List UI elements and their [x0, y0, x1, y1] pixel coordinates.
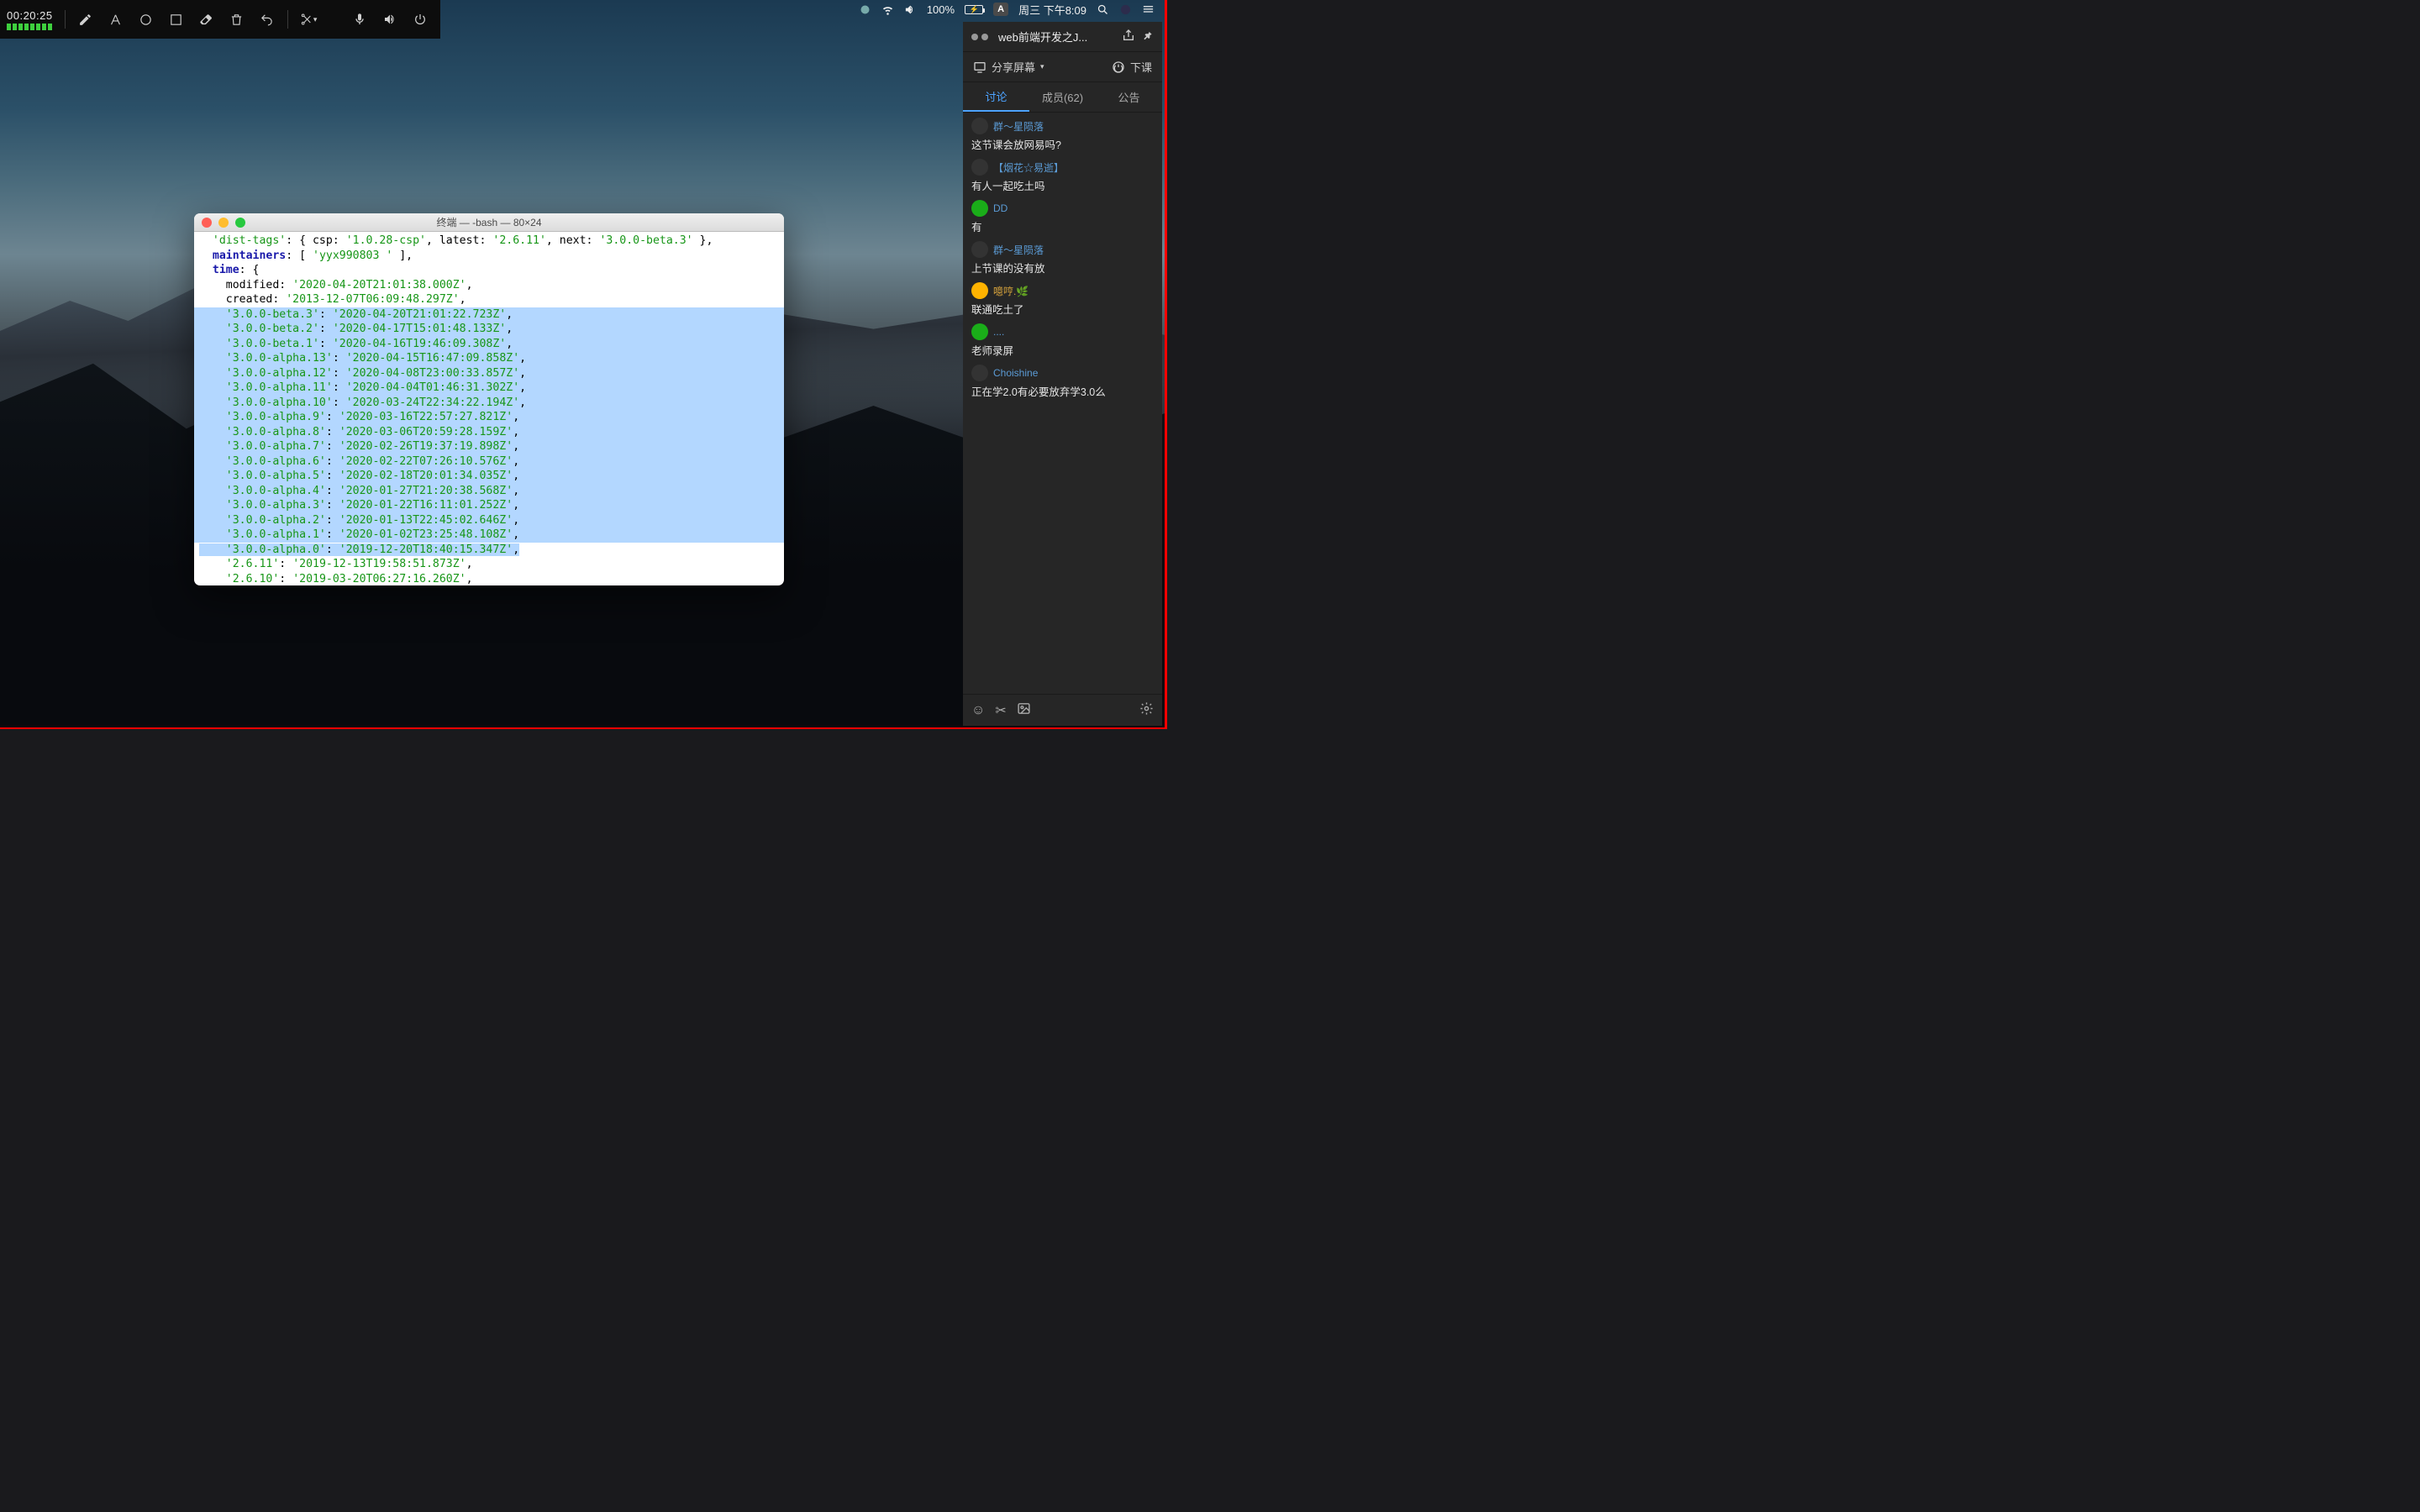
recording-toolbar: 00:20:25 ▾: [0, 0, 440, 39]
menubar-datetime[interactable]: 周三 下午8:09: [1018, 2, 1086, 18]
message-text: 有人一起吃土吗: [971, 177, 1154, 193]
pin-icon[interactable]: [1142, 29, 1154, 45]
trash-tool-icon[interactable]: [224, 6, 250, 33]
chat-message: Choishine 正在学2.0有必要放弃学3.0么: [971, 365, 1154, 399]
avatar: [971, 200, 988, 217]
message-username: DD: [993, 202, 1007, 214]
share-screen-label: 分享屏幕: [992, 59, 1035, 75]
terminal-window[interactable]: 终端 — -bash — 80×24 'dist-tags': { csp: '…: [194, 213, 784, 585]
tab-members[interactable]: 成员(62): [1029, 82, 1096, 112]
speaker-icon[interactable]: [376, 6, 403, 33]
share-icon[interactable]: [1122, 29, 1135, 45]
chat-message: DD 有: [971, 200, 1154, 234]
avatar: [971, 323, 988, 340]
volume-icon[interactable]: [904, 3, 917, 16]
message-username: Choishine: [993, 367, 1038, 379]
chat-input-bar: ☺ ✂: [963, 694, 1162, 726]
avatar: [971, 159, 988, 176]
message-username: 群～星陨落: [993, 119, 1044, 134]
chat-message: 群～星陨落 上节课的没有放: [971, 241, 1154, 276]
eraser-tool-icon[interactable]: [193, 6, 220, 33]
chat-message-list[interactable]: 群～星陨落 这节课会放网易吗? 【烟花☆易逝】 有人一起吃土吗 DD 有 群～星…: [963, 113, 1162, 694]
menubar-app-icon[interactable]: [859, 3, 871, 16]
emoji-icon[interactable]: ☺: [971, 703, 985, 718]
chat-title: web前端开发之J...: [998, 29, 1115, 45]
square-tool-icon[interactable]: [163, 6, 190, 33]
avatar: [971, 241, 988, 258]
avatar: [971, 118, 988, 134]
terminal-title: 终端 — -bash — 80×24: [194, 215, 784, 229]
mic-icon[interactable]: [346, 6, 373, 33]
chat-window-dots: [971, 29, 992, 45]
message-username: 噫哼.🌿: [993, 284, 1028, 298]
settings-gear-icon[interactable]: [1139, 701, 1154, 720]
notification-center-icon[interactable]: [1142, 3, 1155, 16]
message-username: 【烟花☆易逝】: [993, 160, 1064, 175]
image-icon[interactable]: [1017, 701, 1031, 720]
chat-tabs: 讨论 成员(62) 公告: [963, 82, 1162, 113]
pencil-tool-icon[interactable]: [72, 6, 99, 33]
scissors-clip-icon[interactable]: ✂: [995, 702, 1006, 719]
share-screen-button[interactable]: 分享屏幕 ▾: [973, 59, 1044, 75]
message-text: 正在学2.0有必要放弃学3.0么: [971, 383, 1154, 399]
recording-timer: 00:20:25: [7, 9, 53, 30]
spotlight-icon[interactable]: [1097, 3, 1109, 16]
wifi-icon[interactable]: [881, 3, 894, 16]
scissors-tool-icon[interactable]: ▾: [295, 6, 322, 33]
avatar: [971, 365, 988, 381]
message-text: 有: [971, 218, 1154, 234]
chat-message: 【烟花☆易逝】 有人一起吃土吗: [971, 159, 1154, 193]
message-username: ....: [993, 326, 1004, 338]
chat-message: 噫哼.🌿 联通吃土了: [971, 282, 1154, 317]
message-text: 老师录屏: [971, 342, 1154, 358]
end-class-button[interactable]: 下课: [1112, 59, 1152, 75]
battery-icon: ⚡: [965, 5, 983, 14]
message-username: 群～星陨落: [993, 243, 1044, 257]
power-icon[interactable]: [407, 6, 434, 33]
message-text: 上节课的没有放: [971, 260, 1154, 276]
siri-icon[interactable]: [1119, 3, 1132, 16]
circle-tool-icon[interactable]: [133, 6, 160, 33]
avatar: [971, 282, 988, 299]
chat-panel: web前端开发之J... 分享屏幕 ▾ 下课 讨论 成员(62) 公告 群～星陨…: [963, 22, 1162, 726]
tab-announce[interactable]: 公告: [1096, 82, 1162, 112]
message-text: 联通吃土了: [971, 301, 1154, 317]
undo-tool-icon[interactable]: [254, 6, 281, 33]
recording-level-bars: [7, 24, 52, 30]
macos-menubar: 100% ⚡ A 周三 下午8:09: [849, 0, 1165, 18]
battery-percent: 100%: [927, 3, 955, 16]
text-tool-icon[interactable]: [103, 6, 129, 33]
end-class-label: 下课: [1130, 59, 1152, 75]
terminal-output[interactable]: 'dist-tags': { csp: '1.0.28-csp', latest…: [194, 232, 784, 585]
message-text: 这节课会放网易吗?: [971, 136, 1154, 152]
chat-header: web前端开发之J...: [963, 22, 1162, 52]
timer-value: 00:20:25: [7, 9, 53, 22]
terminal-titlebar[interactable]: 终端 — -bash — 80×24: [194, 213, 784, 232]
chat-message: .... 老师录屏: [971, 323, 1154, 358]
chat-subbar: 分享屏幕 ▾ 下课: [963, 52, 1162, 82]
chat-message: 群～星陨落 这节课会放网易吗?: [971, 118, 1154, 152]
input-source-badge[interactable]: A: [993, 3, 1008, 16]
tab-discuss[interactable]: 讨论: [963, 82, 1029, 112]
